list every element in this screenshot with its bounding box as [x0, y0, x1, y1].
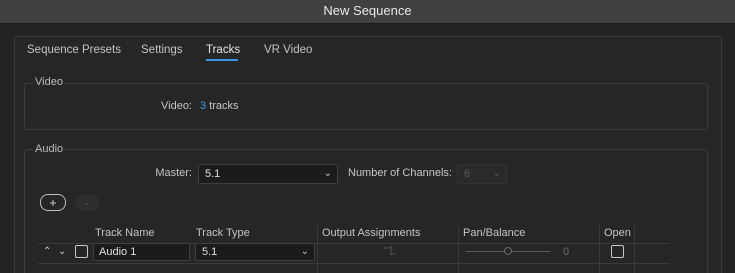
video-section-label: Video: [33, 76, 65, 88]
pan-value: 0: [563, 246, 570, 258]
master-select[interactable]: 5.1 ⌄: [198, 164, 338, 184]
table-row: [38, 263, 670, 273]
add-track-button[interactable]: +: [40, 194, 66, 211]
video-track-count-value[interactable]: 3: [200, 100, 206, 112]
tab-settings[interactable]: Settings: [141, 44, 183, 56]
video-track-unit: tracks: [209, 100, 239, 112]
column-track-name: Track Name: [95, 227, 155, 239]
track-type-value: 5.1: [202, 246, 218, 258]
column-output-assignments: Output Assignments: [322, 227, 421, 239]
tab-tracks[interactable]: Tracks: [206, 44, 240, 56]
remove-track-button: -: [75, 194, 99, 211]
pan-slider-handle[interactable]: [504, 247, 512, 255]
track-select-checkbox[interactable]: [75, 245, 88, 258]
video-field-label: Video:: [161, 100, 192, 112]
column-track-type: Track Type: [196, 227, 250, 239]
channels-select: 6 ⌄: [457, 164, 507, 184]
window-title: New Sequence: [323, 3, 412, 18]
chevron-down-icon: ⌄: [323, 168, 332, 179]
video-section-box: [24, 83, 708, 130]
master-label: Master:: [155, 167, 192, 179]
chevron-down-icon: ⌄: [492, 168, 501, 179]
column-pan-balance: Pan/Balance: [463, 227, 526, 239]
channels-select-value: 6: [464, 168, 471, 180]
chevron-up-icon[interactable]: ⌃: [43, 246, 51, 257]
title-bar: New Sequence: [0, 0, 735, 24]
column-open: Open: [604, 227, 631, 239]
active-tab-indicator: [206, 59, 238, 61]
video-track-count: 3 tracks: [200, 100, 239, 112]
track-type-select[interactable]: 5.1 ⌄: [195, 243, 315, 261]
master-select-value: 5.1: [205, 168, 221, 180]
output-assignment-icon[interactable]: [383, 245, 397, 257]
audio-section-label: Audio: [33, 143, 66, 155]
chevron-down-icon[interactable]: ⌄: [58, 246, 66, 257]
channels-label: Number of Channels:: [348, 167, 452, 179]
tab-sequence-presets[interactable]: Sequence Presets: [27, 44, 121, 56]
track-name-input[interactable]: Audio 1: [93, 243, 190, 261]
open-checkbox[interactable]: [611, 245, 624, 258]
chevron-down-icon: ⌄: [300, 246, 309, 257]
tab-vr-video[interactable]: VR Video: [264, 44, 312, 56]
